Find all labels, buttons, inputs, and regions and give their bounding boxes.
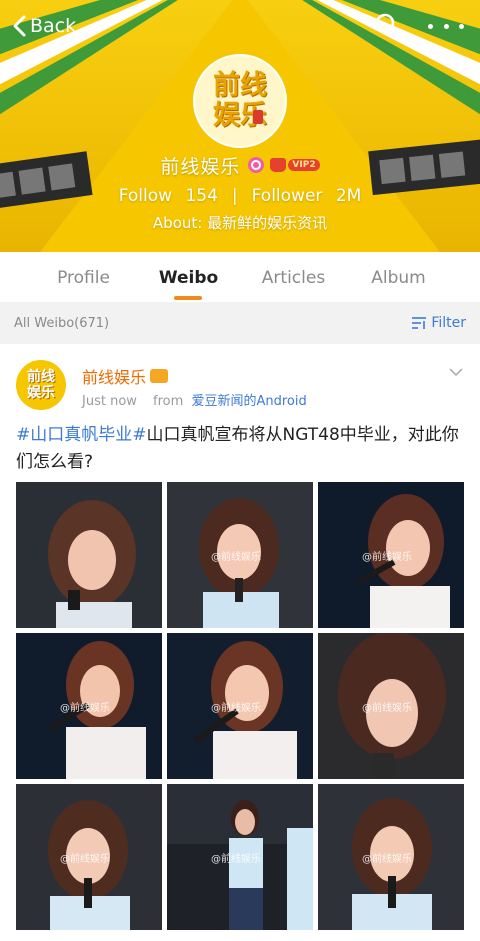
vip-crown-icon <box>270 158 287 172</box>
tab-weibo[interactable]: Weibo <box>136 252 241 302</box>
post-meta: Just now from 爱豆新闻的Android <box>82 390 307 409</box>
top-nav-bar: Back <box>0 0 480 52</box>
stat-separator: | <box>231 186 238 206</box>
post-author-name: 前线娱乐 <box>82 368 147 387</box>
image-watermark: @前线娱乐 <box>211 854 261 865</box>
follower-count: 2M <box>335 186 362 206</box>
filter-icon <box>412 317 427 329</box>
image-watermark: @前线娱乐 <box>211 552 261 563</box>
chevron-left-icon <box>13 15 26 37</box>
image-watermark: @前线娱乐 <box>60 854 110 865</box>
verified-badge-icon[interactable] <box>248 157 265 173</box>
image-watermark: @前线娱乐 <box>211 703 261 714</box>
avatar-text-line1: 前线 <box>27 369 55 385</box>
profile-avatar[interactable]: 前线 娱乐 <box>193 54 287 148</box>
logo-text-line1: 前线 <box>213 70 267 101</box>
post-source[interactable]: 爱豆新闻的Android <box>191 394 306 409</box>
post-author-avatar[interactable]: 前线 娱乐 <box>16 360 66 410</box>
post-image[interactable]: @前线娱乐 <box>16 784 162 930</box>
post-from-label: from <box>153 394 184 409</box>
profile-tabs: Profile Weibo Articles Album <box>0 252 480 302</box>
post-image[interactable]: @前线娱乐 <box>318 784 464 930</box>
profile-header: Back 前线 娱乐 前线娱乐 VIP2 Follow 154 | Follow… <box>0 0 480 252</box>
image-watermark: @前线娱乐 <box>362 552 412 563</box>
follow-count: 154 <box>185 186 218 206</box>
post-hashtag[interactable]: #山口真帆毕业# <box>16 425 147 445</box>
search-icon[interactable] <box>374 12 402 40</box>
vip-badge[interactable]: VIP2 <box>270 158 320 172</box>
follower-label: Follower <box>251 186 323 206</box>
filter-button[interactable]: Filter <box>411 315 466 331</box>
follow-stat[interactable]: Follow 154 <box>119 186 218 206</box>
post-text: #山口真帆毕业#山口真帆宣布将从NGT48中毕业，对此你们怎么看? <box>16 422 466 476</box>
back-button[interactable]: Back <box>12 10 76 42</box>
post-image[interactable]: @前线娱乐 <box>167 482 313 628</box>
post-time: Just now <box>82 394 137 409</box>
follow-stats: Follow 154 | Follower 2M <box>0 184 480 208</box>
tab-profile[interactable]: Profile <box>31 252 136 302</box>
profile-name: 前线娱乐 <box>160 155 241 178</box>
tab-album[interactable]: Album <box>346 252 451 302</box>
post-image[interactable]: @前线娱乐 <box>167 633 313 779</box>
follow-label: Follow <box>118 186 173 206</box>
vip-level: VIP2 <box>288 159 320 171</box>
all-weibo-count[interactable]: All Weibo(671) <box>14 316 109 331</box>
chevron-down-icon[interactable] <box>448 366 464 378</box>
post-image[interactable]: @前线娱乐 <box>16 633 162 779</box>
tab-articles[interactable]: Articles <box>241 252 346 302</box>
post-image[interactable]: @前线娱乐 <box>318 482 464 628</box>
image-watermark: @前线娱乐 <box>60 703 110 714</box>
avatar-text-line2: 娱乐 <box>27 385 55 401</box>
filter-label: Filter <box>431 315 466 331</box>
profile-about: About: 最新鲜的娱乐资讯 <box>152 214 328 232</box>
post-image[interactable] <box>16 482 162 628</box>
more-options-icon[interactable] <box>428 16 464 36</box>
music-note-icon <box>253 110 263 124</box>
filter-bar: All Weibo(671) Filter <box>0 302 480 344</box>
post-card[interactable]: 前线 娱乐 前线娱乐 Just now from 爱豆新闻的Android #山… <box>0 344 480 941</box>
image-watermark: @前线娱乐 <box>362 854 412 865</box>
profile-name-row: 前线娱乐 VIP2 <box>0 152 480 178</box>
post-author[interactable]: 前线娱乐 <box>82 364 169 388</box>
post-image[interactable]: @前线娱乐 <box>318 633 464 779</box>
back-label: Back <box>30 15 77 37</box>
post-image-grid: @前线娱乐 @前线娱乐 @前线娱乐 @前线娱乐 @前线娱乐 @前线娱乐 @前线娱… <box>16 482 464 941</box>
follower-stat[interactable]: Follower 2M <box>252 186 362 206</box>
image-watermark: @前线娱乐 <box>362 703 412 714</box>
vip-crown-icon <box>150 369 169 383</box>
post-image[interactable]: @前线娱乐 <box>167 784 313 930</box>
